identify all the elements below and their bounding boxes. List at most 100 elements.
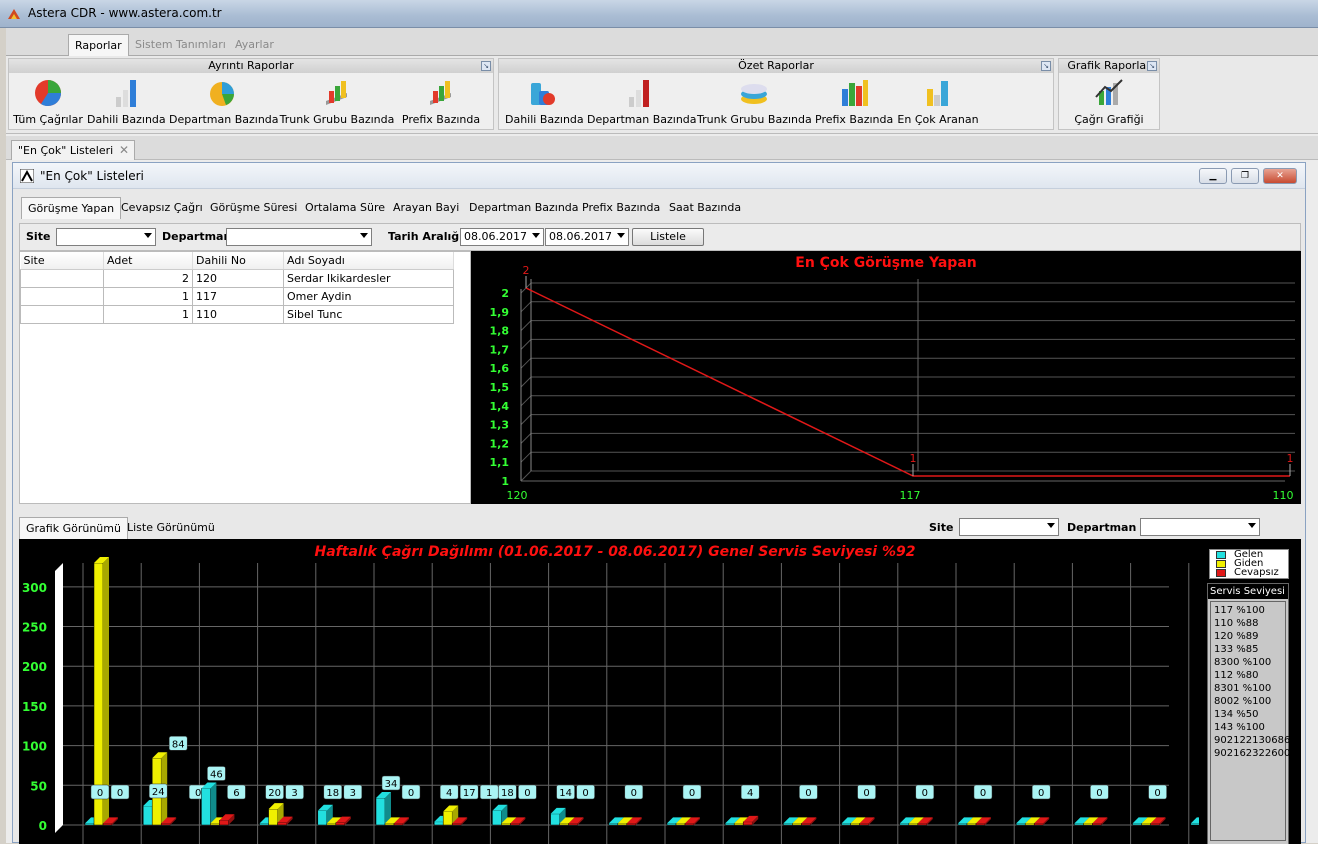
cell-adi-soyadi: Omer Aydin — [283, 286, 454, 306]
call-graph-button[interactable]: Çağrı Grafiği — [1069, 75, 1149, 129]
ribbon-tab-ayarlar[interactable]: Ayarlar — [229, 34, 280, 56]
detail-trunk-button[interactable]: Trunk Grubu Bazında — [279, 75, 395, 129]
data-label: 0 — [1154, 788, 1160, 799]
service-level-item: 120 %89 — [1214, 631, 1259, 642]
group-expand-icon[interactable]: ↘ — [1147, 61, 1157, 71]
column-header-site[interactable]: Site — [20, 252, 104, 270]
most-called-label: En Çok Aranan — [897, 113, 979, 126]
service-level-panel: Servis Seviyesi 117 %100 110 %88 120 %89 13… — [1207, 583, 1290, 844]
department-label: Departman — [162, 230, 232, 243]
tab-prefix-bazinda[interactable]: Prefix Bazında — [576, 197, 666, 219]
close-window-button[interactable]: ✕ — [1263, 168, 1297, 184]
y-tick-label: 1,3 — [490, 419, 510, 432]
most-called-button[interactable]: En Çok Aranan — [897, 75, 979, 129]
bar — [1132, 823, 1142, 826]
bar-chart-icon — [629, 80, 649, 107]
detail-prefix-label: Prefix Bazında — [401, 113, 481, 126]
service-level-item: 134 %50 — [1214, 709, 1259, 720]
summary-extension-button[interactable]: Dahili Bazında — [505, 75, 584, 129]
service-level-list[interactable]: 117 %100 110 %88 120 %89 133 %85 8300 %100 11… — [1210, 601, 1290, 841]
data-label: 0 — [582, 788, 588, 799]
tab-cevapsiz-cagri[interactable]: Cevapsız Çağrı — [115, 197, 209, 219]
bar — [966, 823, 977, 826]
bar — [801, 823, 811, 826]
column-header-dahili-no[interactable]: Dahili No — [192, 252, 284, 270]
site-select[interactable] — [56, 228, 156, 246]
date-from-picker[interactable]: 08.06.2017 — [460, 228, 544, 246]
data-label: 4 — [446, 788, 452, 799]
group-expand-icon[interactable]: ↘ — [1041, 61, 1051, 71]
column-header-adet[interactable]: Adet — [103, 252, 193, 270]
legend-item-cevapsiz: Cevapsız — [1210, 568, 1288, 578]
bottom-site-label: Site — [929, 521, 954, 534]
data-label: 0 — [408, 788, 414, 799]
maximize-button[interactable]: ❐ — [1231, 168, 1259, 184]
detail-department-button[interactable]: Departman Bazında — [169, 75, 279, 129]
column-header-adi-soyadi[interactable]: Adı Soyadı — [283, 252, 454, 270]
date-to-picker[interactable]: 08.06.2017 — [545, 228, 629, 246]
bar — [550, 813, 560, 826]
table-row[interactable]: 1 110 Sibel Tunc — [20, 304, 454, 324]
gridline-depth — [520, 320, 532, 331]
tab-gorusme-suresi[interactable]: Görüşme Süresi — [204, 197, 303, 219]
top-callers-chart-svg: En Çok Görüşme Yapan 1 1,1 1,2 1,3 1,4 1,5 1,6 1… — [490, 255, 1306, 502]
ribbon-tab-sistem-tanimlari[interactable]: Sistem Tanımları — [129, 34, 232, 56]
bar — [568, 823, 578, 826]
gridline-depth — [520, 470, 532, 482]
all-calls-label: Tüm Çağrılar — [13, 113, 83, 126]
bar — [899, 823, 910, 826]
summary-prefix-button[interactable]: Prefix Bazında — [815, 75, 893, 129]
table-row[interactable]: 1 117 Omer Aydin — [20, 286, 454, 306]
y-tick-label: 1,7 — [490, 343, 510, 356]
data-label: 1 — [486, 788, 492, 799]
bar — [675, 823, 686, 826]
bottom-department-select[interactable] — [1140, 518, 1260, 536]
data-label: 4 — [747, 788, 753, 799]
bar — [84, 823, 95, 826]
pie-chart-icon — [210, 82, 234, 106]
department-select[interactable] — [226, 228, 372, 246]
doc-tab-en-cok[interactable]: "En Çok" Listeleri ✕ — [11, 140, 135, 160]
tab-list-view[interactable]: Liste Görünümü — [121, 517, 221, 539]
app-logo-icon — [20, 169, 34, 183]
data-label: 0 — [1096, 788, 1102, 799]
ribbon-tab-raporlar[interactable]: Raporlar — [68, 34, 129, 56]
all-calls-button[interactable]: Tüm Çağrılar — [13, 75, 83, 129]
summary-department-button[interactable]: Departman Bazında — [587, 75, 697, 129]
table-row[interactable]: 2 120 Serdar Ikikardesler — [20, 268, 454, 288]
report-window: "En Çok" Listeleri ▁ ❐ ✕ Görüşme Yapan C… — [12, 162, 1306, 844]
tab-ortalama-sure[interactable]: Ortalama Süre — [299, 197, 391, 219]
group-expand-icon[interactable]: ↘ — [481, 61, 491, 71]
cell-adi-soyadi: Serdar Ikikardesler — [283, 268, 454, 288]
list-button[interactable]: Listele — [632, 228, 704, 246]
bar — [742, 821, 753, 826]
tab-arayan-bayi[interactable]: Arayan Bayi — [387, 197, 465, 219]
pie-chart-icon — [35, 80, 62, 107]
gridline-depth — [520, 301, 532, 313]
minimize-button[interactable]: ▁ — [1199, 168, 1227, 184]
bar — [1074, 823, 1084, 826]
tab-gorusme-yapan[interactable]: Görüşme Yapan — [21, 197, 122, 219]
detail-prefix-button[interactable]: Prefix Bazında — [397, 75, 485, 129]
bar-chart-3d-icon — [326, 81, 347, 105]
data-label: 0 — [689, 788, 695, 799]
data-label: 0 — [863, 788, 869, 799]
data-label: 1 — [1287, 452, 1294, 465]
detail-extension-button[interactable]: Dahili Bazında — [87, 75, 166, 129]
service-level-item: 8002 %100 — [1214, 696, 1272, 707]
tab-departman-bazinda[interactable]: Departman Bazında — [463, 197, 585, 219]
bar — [201, 788, 211, 826]
data-label: 0 — [1038, 788, 1044, 799]
summary-trunk-button[interactable]: Trunk Grubu Bazında — [697, 75, 812, 129]
chevron-down-icon — [532, 233, 540, 238]
bottom-site-select[interactable] — [959, 518, 1059, 536]
y-tick-label: 1 — [501, 475, 509, 488]
data-label: 2 — [523, 264, 530, 277]
bar — [1083, 823, 1093, 826]
gridline-depth — [520, 451, 532, 463]
x-tick-label: 120 — [507, 489, 528, 502]
tab-saat-bazinda[interactable]: Saat Bazında — [663, 197, 747, 219]
bar — [666, 823, 677, 826]
close-icon[interactable]: ✕ — [119, 143, 129, 157]
tab-graph-view[interactable]: Grafik Görünümü — [19, 517, 128, 539]
